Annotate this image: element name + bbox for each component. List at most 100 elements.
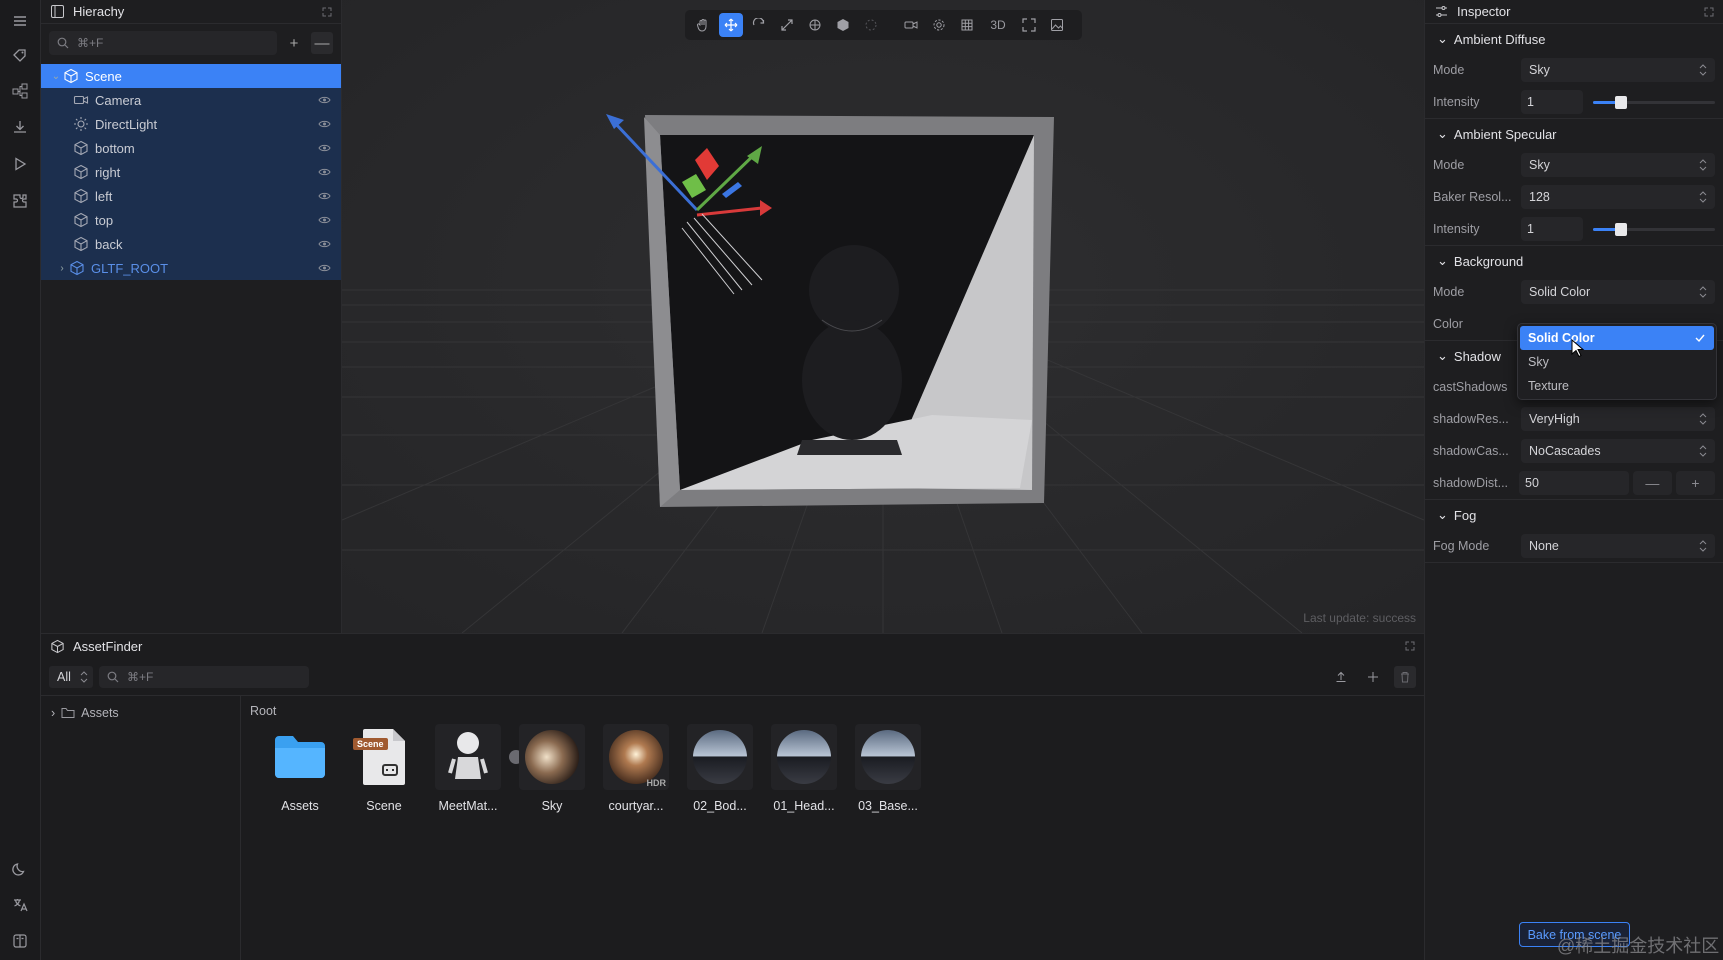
select-value: None	[1529, 539, 1559, 553]
add-asset-icon[interactable]	[1362, 666, 1384, 688]
tree-row-label: right	[95, 164, 121, 180]
diffuse-intensity-slider[interactable]	[1593, 90, 1715, 114]
menu-item-solid-color[interactable]: Solid Color	[1520, 326, 1714, 350]
decrement-button[interactable]: —	[1632, 471, 1672, 495]
menu-item-label: Texture	[1528, 379, 1569, 393]
play-icon[interactable]	[11, 155, 29, 173]
folder-tree-item-assets[interactable]: › Assets	[41, 702, 240, 724]
tree-row-back[interactable]: back	[41, 232, 341, 256]
menu-item-texture[interactable]: Texture	[1520, 374, 1714, 398]
tree-row-scene[interactable]: ⌄ Scene	[41, 64, 341, 88]
section-header[interactable]: ⌄ Fog	[1425, 500, 1723, 530]
asset-name: Scene	[366, 799, 402, 813]
tree-row-top[interactable]: top	[41, 208, 341, 232]
asset-item-03-base[interactable]: 03_Base...	[854, 724, 922, 813]
tree-row-gltf-root[interactable]: › GLTF_ROOT	[41, 256, 341, 280]
snap-icon[interactable]	[803, 13, 827, 37]
hand-icon[interactable]	[691, 13, 715, 37]
circle-icon[interactable]	[859, 13, 883, 37]
sparkle-tag-icon[interactable]	[11, 46, 29, 64]
chevron-right-icon[interactable]: ›	[55, 263, 69, 274]
fog-mode-select[interactable]: None	[1521, 534, 1715, 558]
tree-row-camera[interactable]: Camera	[41, 88, 341, 112]
section-header[interactable]: ⌄ Background	[1425, 246, 1723, 276]
asset-search-input[interactable]: ⌘+F	[99, 665, 309, 688]
updown-icon	[80, 670, 88, 683]
specular-mode-select[interactable]: Sky	[1521, 153, 1715, 177]
sun-icon	[74, 117, 88, 131]
rotate-tool-icon[interactable]	[747, 13, 771, 37]
box-icon[interactable]	[831, 13, 855, 37]
node-graph-icon[interactable]	[11, 82, 29, 100]
move-tool-icon[interactable]	[719, 13, 743, 37]
chevron-down-icon[interactable]: ⌄	[49, 71, 63, 82]
delete-icon[interactable]	[1394, 665, 1416, 688]
book-icon[interactable]	[11, 932, 29, 950]
hierarchy-search-input[interactable]: ⌘+F	[49, 31, 277, 55]
tree-row-left[interactable]: left	[41, 184, 341, 208]
download-icon[interactable]	[11, 118, 29, 136]
scene-badge: Scene	[353, 738, 388, 750]
shadow-distance-input[interactable]: 50	[1519, 471, 1629, 495]
increment-button[interactable]: +	[1675, 471, 1716, 495]
asset-item-meetmat[interactable]: MeetMat...	[434, 724, 523, 813]
tree-row-bottom[interactable]: bottom	[41, 136, 341, 160]
menu-item-sky[interactable]: Sky	[1520, 350, 1714, 374]
eye-icon[interactable]	[318, 262, 331, 274]
chevron-down-icon[interactable]: ⌄	[1437, 31, 1448, 47]
image-icon[interactable]	[1045, 13, 1069, 37]
asset-item-assets[interactable]: Assets	[266, 724, 334, 813]
chevron-right-icon[interactable]: ›	[51, 706, 55, 720]
asset-item-sky[interactable]: Sky	[518, 724, 586, 813]
add-node-button[interactable]: +	[283, 32, 305, 54]
menu-icon[interactable]	[11, 12, 29, 30]
specular-intensity-slider[interactable]	[1593, 217, 1715, 241]
shadow-resolution-select[interactable]: VeryHigh	[1521, 407, 1715, 431]
remove-node-button[interactable]: —	[311, 32, 333, 54]
tree-row-right[interactable]: right	[41, 160, 341, 184]
specular-intensity-input[interactable]: 1	[1521, 217, 1583, 241]
settings-gear-icon[interactable]	[927, 13, 951, 37]
diffuse-intensity-input[interactable]: 1	[1521, 90, 1583, 114]
upload-icon[interactable]	[1330, 666, 1352, 688]
eye-icon[interactable]	[318, 118, 331, 130]
scene-viewport[interactable]: 3D Last update: success	[342, 0, 1424, 633]
eye-icon[interactable]	[318, 142, 331, 154]
chevron-down-icon[interactable]: ⌄	[1437, 507, 1448, 523]
chevron-down-icon[interactable]: ⌄	[1437, 253, 1448, 269]
baker-resolution-select[interactable]: 128	[1521, 185, 1715, 209]
asset-item-scene[interactable]: Scene Scene	[350, 724, 418, 813]
view-3d-toggle[interactable]: 3D	[983, 13, 1013, 37]
tree-row-directlight[interactable]: DirectLight	[41, 112, 341, 136]
scale-tool-icon[interactable]	[775, 13, 799, 37]
plugin-icon[interactable]	[11, 192, 29, 210]
grid-icon[interactable]	[955, 13, 979, 37]
breadcrumb-root[interactable]: Root	[250, 704, 1416, 718]
translate-icon[interactable]	[11, 896, 29, 914]
expand-icon[interactable]	[322, 7, 332, 17]
slider-handle[interactable]	[1615, 223, 1627, 236]
asset-item-02-bod[interactable]: 02_Bod...	[686, 724, 754, 813]
slider-handle[interactable]	[1615, 96, 1627, 109]
chevron-down-icon[interactable]: ⌄	[1437, 126, 1448, 142]
eye-icon[interactable]	[318, 214, 331, 226]
expand-icon[interactable]	[1704, 7, 1714, 17]
chevron-down-icon[interactable]: ⌄	[1437, 348, 1448, 364]
section-header[interactable]: ⌄ Ambient Diffuse	[1425, 24, 1723, 54]
asset-item-courtyard[interactable]: HDR courtyar...	[602, 724, 670, 813]
expand-icon[interactable]	[1405, 641, 1415, 651]
asset-filter-select[interactable]: All	[49, 665, 93, 688]
viewport-toolbar: 3D	[685, 10, 1082, 40]
eye-icon[interactable]	[318, 238, 331, 250]
section-header[interactable]: ⌄ Ambient Specular	[1425, 119, 1723, 149]
background-mode-select[interactable]: Solid Color	[1521, 280, 1715, 304]
diffuse-mode-select[interactable]: Sky	[1521, 58, 1715, 82]
eye-icon[interactable]	[318, 190, 331, 202]
camera-view-icon[interactable]	[899, 13, 923, 37]
asset-item-01-head[interactable]: 01_Head...	[770, 724, 838, 813]
eye-icon[interactable]	[318, 166, 331, 178]
moon-icon[interactable]	[11, 860, 29, 878]
shadow-cascades-select[interactable]: NoCascades	[1521, 439, 1715, 463]
fullscreen-icon[interactable]	[1017, 13, 1041, 37]
eye-icon[interactable]	[318, 94, 331, 106]
